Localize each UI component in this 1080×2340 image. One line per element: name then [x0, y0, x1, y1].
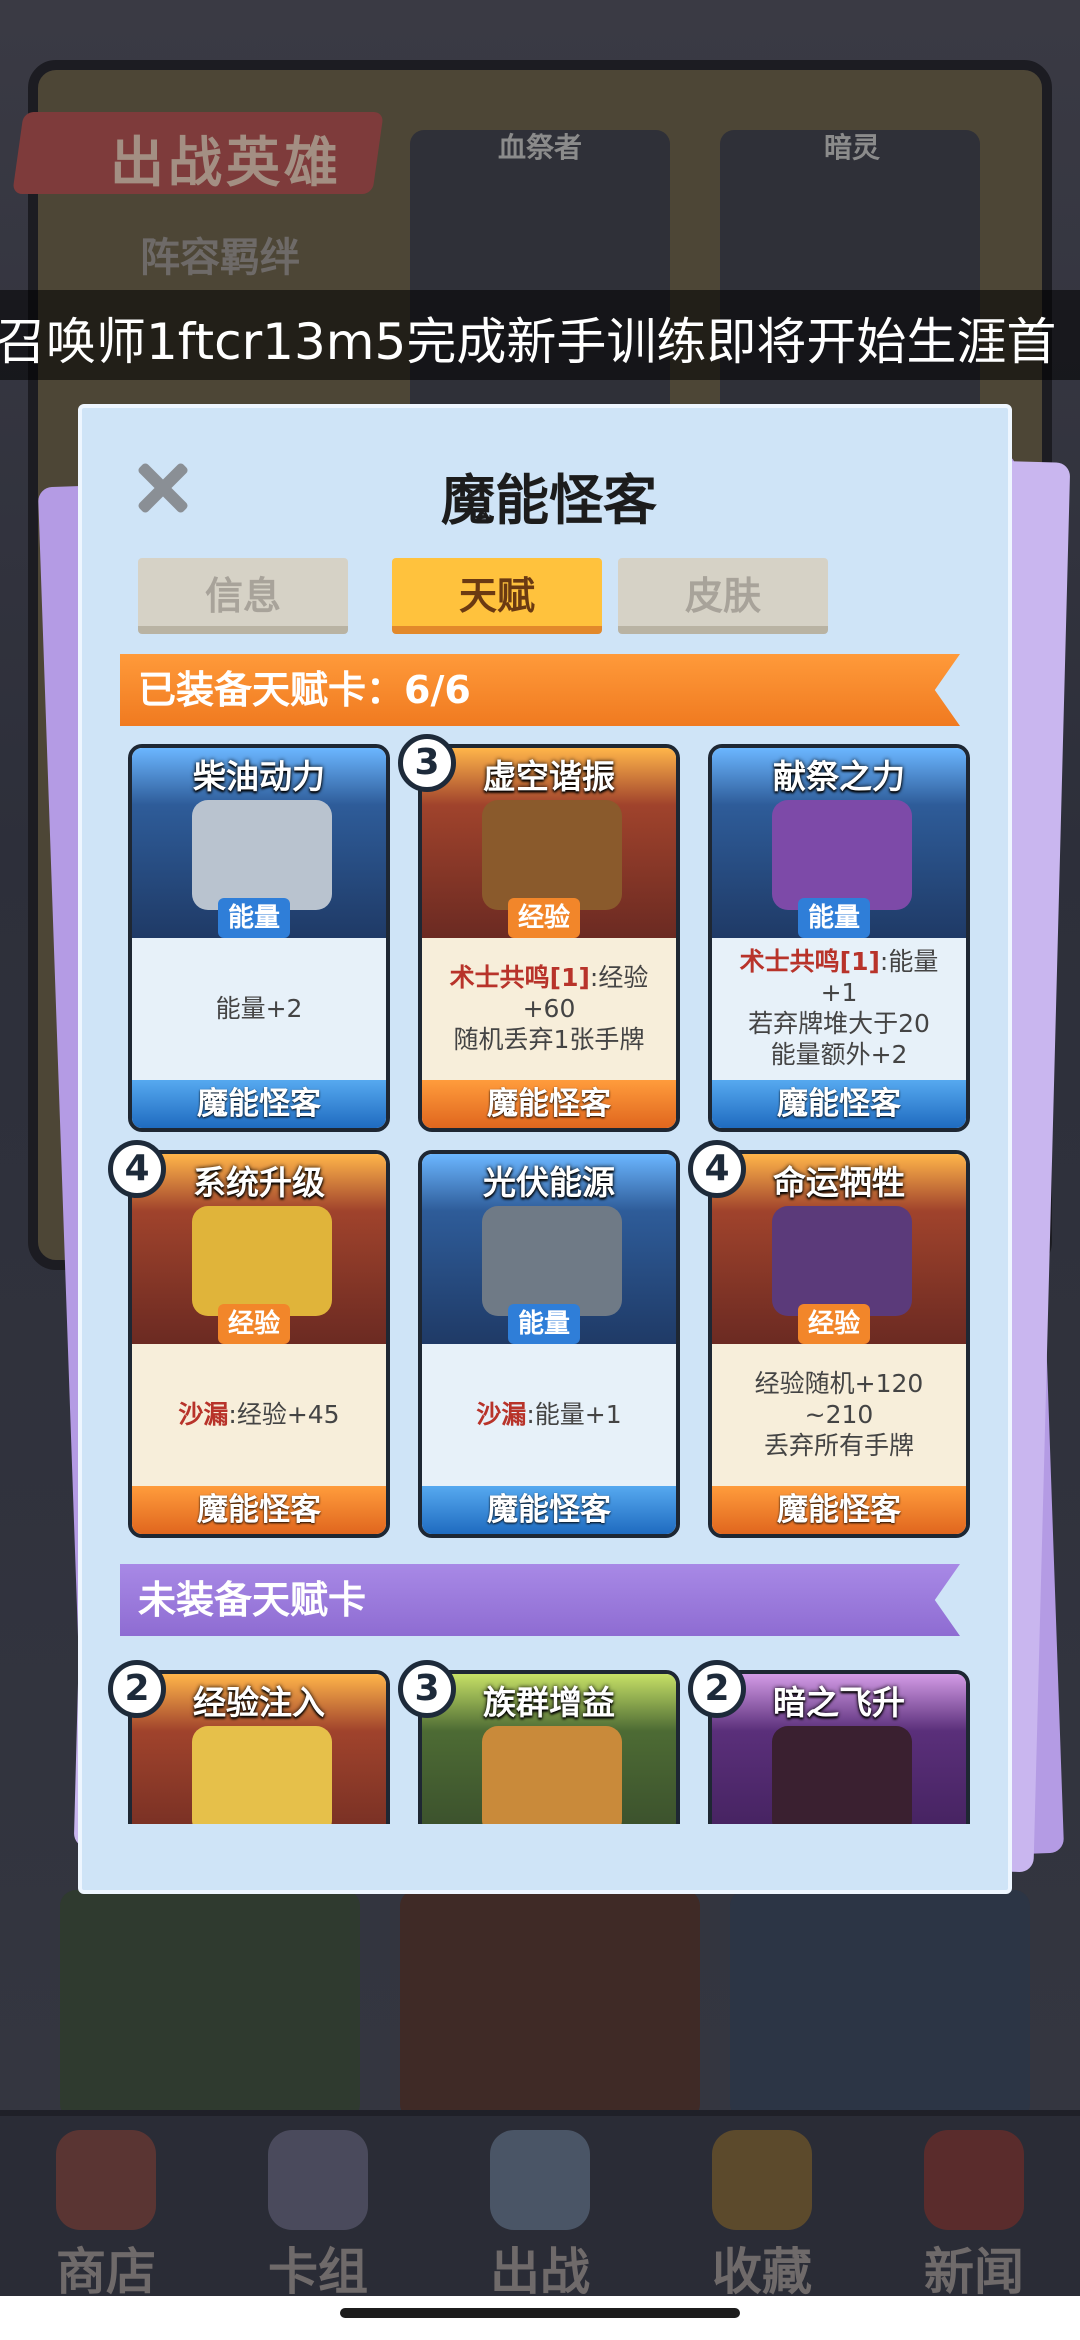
nav-collection-label: 收藏	[712, 2243, 812, 2301]
banner-title: 出战英雄	[110, 131, 342, 194]
modal-title: 魔能怪客	[441, 469, 657, 532]
dark-ascension-icon	[772, 1726, 912, 1824]
equipped-talent-header: 已装备天赋卡：6/6	[120, 654, 960, 726]
card-description: 术士共鸣[1]:能量 +1 若弃牌堆大于20 能量额外+2	[739, 947, 939, 1069]
card-owner: 魔能怪客	[132, 1486, 386, 1534]
card-description: 沙漏:经验+45	[178, 1399, 340, 1429]
card-cost: 3	[398, 734, 456, 792]
card-tag: 经验	[508, 898, 581, 938]
card-name: 虚空谐振	[483, 757, 615, 796]
card-cost: 4	[108, 1140, 166, 1198]
card-tag: 经验	[218, 1304, 291, 1344]
nav-battle-label: 出战	[490, 2243, 590, 2301]
hero-portrait-ice	[730, 1890, 1030, 2120]
nav-battle[interactable]: 出战	[450, 2120, 630, 2301]
engine-icon	[192, 800, 332, 910]
card-name: 经验注入	[193, 1683, 325, 1722]
news-tv-icon	[924, 2130, 1024, 2230]
chest-icon	[712, 2130, 812, 2230]
hero-detail-modal: 魔能怪客 信息 天赋 皮肤 已装备天赋卡：6/6 柴油动力 能量 能量+2 魔能…	[78, 404, 1012, 1894]
unequipped-talent-header: 未装备天赋卡	[120, 1564, 960, 1636]
nav-collection[interactable]: 收藏	[672, 2120, 852, 2301]
talent-card[interactable]: 暗之飞升 法术	[708, 1670, 970, 1824]
talent-card[interactable]: 柴油动力 能量 能量+2 魔能怪客	[128, 744, 390, 1132]
nav-deck[interactable]: 卡组	[228, 2120, 408, 2301]
void-cultist-icon	[482, 800, 622, 910]
solar-panel-icon	[482, 1206, 622, 1316]
shop-icon	[56, 2130, 156, 2230]
card-name: 光伏能源	[483, 1163, 615, 1202]
card-owner: 魔能怪客	[422, 1486, 676, 1534]
card-owner: 魔能怪客	[712, 1486, 966, 1534]
card-cost: 4	[688, 1140, 746, 1198]
sacrifice-hand-icon	[772, 800, 912, 910]
card-name: 系统升级	[193, 1163, 325, 1202]
exp-infusion-icon	[192, 1726, 332, 1824]
clan-buff-icon	[482, 1726, 622, 1824]
hero-name-2: 暗灵	[824, 131, 881, 164]
home-indicator[interactable]	[340, 2308, 740, 2318]
card-description: 沙漏:能量+1	[476, 1399, 622, 1429]
card-description: 能量+2	[215, 993, 303, 1023]
nav-deck-label: 卡组	[268, 2243, 368, 2301]
talent-card[interactable]: 族群增益 强化 机械	[418, 1670, 680, 1824]
hero-name-1: 血祭者	[498, 131, 583, 164]
system-bottom-strip	[0, 2296, 1080, 2340]
upgrade-chip-icon	[192, 1206, 332, 1316]
card-name: 柴油动力	[193, 757, 325, 796]
card-tag: 能量	[508, 1304, 581, 1344]
card-tag: 能量	[798, 898, 871, 938]
talent-card[interactable]: 光伏能源 能量 沙漏:能量+1 魔能怪客	[418, 1150, 680, 1538]
card-cost: 2	[108, 1660, 166, 1718]
talent-card[interactable]: 系统升级 经验 沙漏:经验+45 魔能怪客	[128, 1150, 390, 1538]
talent-card[interactable]: 献祭之力 能量 术士共鸣[1]:能量 +1 若弃牌堆大于20 能量额外+2 魔能…	[708, 744, 970, 1132]
lineup-bond-label: 阵容羁绊	[140, 235, 300, 281]
nav-shop[interactable]: 商店	[16, 2120, 196, 2301]
talent-card[interactable]: 虚空谐振 经验 术士共鸣[1]:经验 +60 随机丢弃1张手牌 魔能怪客	[418, 744, 680, 1132]
card-owner: 魔能怪客	[712, 1080, 966, 1128]
marquee-text: 召唤师1ftcr13m5完成新手训练即将开始生涯首	[0, 313, 1057, 371]
announcement-marquee: 召唤师1ftcr13m5完成新手训练即将开始生涯首	[0, 290, 1080, 380]
swords-icon	[490, 2130, 590, 2230]
nav-news[interactable]: 新闻	[884, 2120, 1064, 2301]
talent-card[interactable]: 命运牺牲 经验 经验随机+120 ~210 丢弃所有手牌 魔能怪客	[708, 1150, 970, 1538]
hero-portrait-fire	[400, 1890, 700, 2120]
card-name: 命运牺牲	[773, 1163, 905, 1202]
card-cost: 2	[688, 1660, 746, 1718]
deck-icon	[268, 2130, 368, 2230]
tab-talent[interactable]: 天赋	[392, 558, 602, 634]
nav-news-label: 新闻	[924, 2243, 1024, 2301]
tab-skin[interactable]: 皮肤	[618, 558, 828, 634]
tab-info[interactable]: 信息	[138, 558, 348, 634]
card-name: 暗之飞升	[773, 1683, 905, 1722]
card-name: 族群增益	[483, 1683, 615, 1722]
card-description: 术士共鸣[1]:经验 +60 随机丢弃1张手牌	[449, 962, 649, 1054]
card-owner: 魔能怪客	[132, 1080, 386, 1128]
card-description: 经验随机+120 ~210 丢弃所有手牌	[754, 1368, 924, 1460]
hero-portrait-archer	[60, 1890, 360, 2120]
card-name: 献祭之力	[773, 757, 905, 796]
card-cost: 3	[398, 1660, 456, 1718]
unequipped-card-list[interactable]: 经验注入 经验 2 族群增益 强化 机械 3 暗之飞升 法术 2	[82, 1654, 1016, 1824]
card-tag: 能量	[218, 898, 291, 938]
talent-card[interactable]: 经验注入 经验	[128, 1670, 390, 1824]
card-tag: 经验	[798, 1304, 871, 1344]
nav-shop-label: 商店	[56, 2243, 156, 2301]
fate-stones-icon	[772, 1206, 912, 1316]
card-owner: 魔能怪客	[422, 1080, 676, 1128]
